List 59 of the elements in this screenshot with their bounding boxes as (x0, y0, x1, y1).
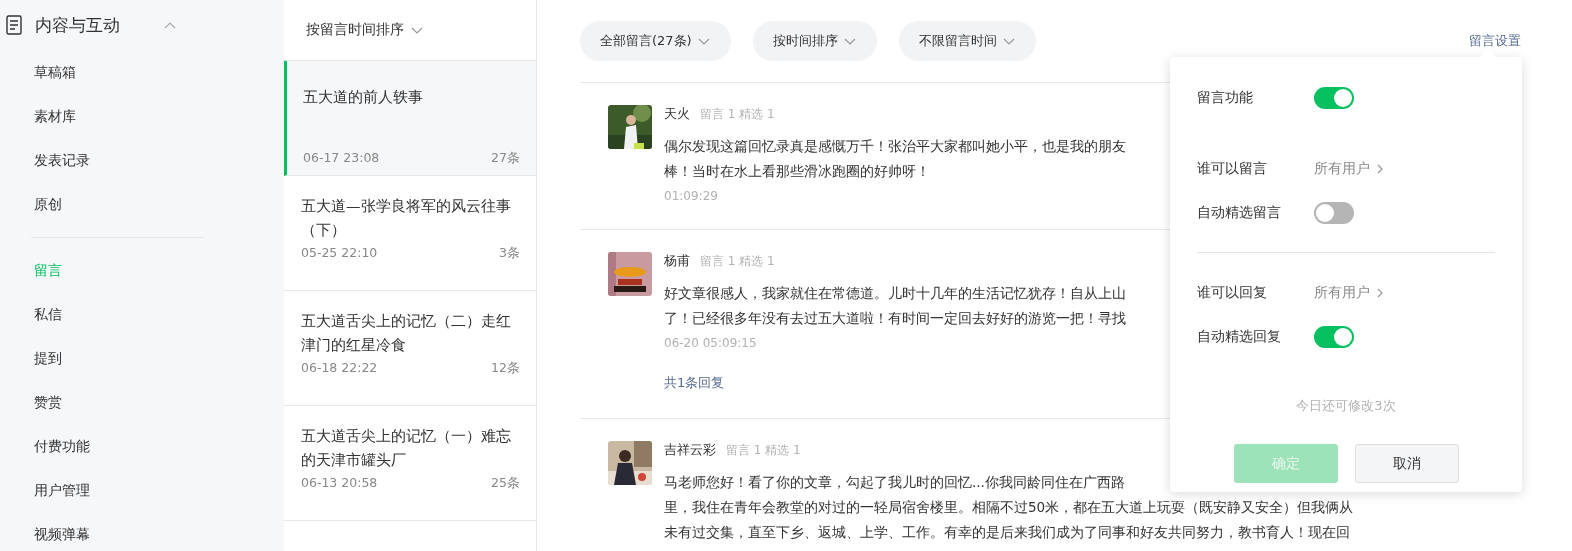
article-date: 05-25 22:10 (301, 245, 378, 262)
article-item[interactable]: 五大道—张学良将军的风云往事（下） 05-25 22:10 3条 (284, 176, 536, 291)
article-title: 五大道的前人轶事 (303, 88, 424, 107)
toggle-switch[interactable] (1314, 202, 1354, 224)
settings-link[interactable]: 留言设置 (1469, 32, 1521, 50)
chevron-right-icon (1375, 287, 1385, 299)
remaining-changes-note: 今日还可修改3次 (1295, 397, 1397, 415)
audience-select[interactable]: 所有用户 (1314, 284, 1385, 302)
comment-count: 3条 (499, 245, 520, 262)
chevron-right-icon (1375, 163, 1385, 175)
article-title: 五大道—张学良将军的风云往事（下） (301, 197, 512, 240)
setting-label: 谁可以留言 (1197, 160, 1268, 178)
article-item[interactable]: 五大道舌尖上的记忆（二）走红津门的红星冷食 06-18 22:22 12条 (284, 291, 536, 406)
comment-count: 12条 (491, 360, 520, 377)
replies-link[interactable]: 共1条回复 (664, 374, 725, 392)
sidebar-item[interactable]: 草稿箱 (0, 50, 284, 94)
setting-label: 留言功能 (1197, 89, 1254, 107)
sidebar-item[interactable]: 素材库 (0, 94, 284, 138)
setting-label: 谁可以回复 (1197, 284, 1268, 302)
setting-label: 自动精选回复 (1197, 328, 1282, 346)
filter-dropdown[interactable]: 不限留言时间 (898, 21, 1036, 61)
sidebar-item[interactable]: 赞赏 (0, 380, 284, 424)
document-icon (6, 15, 22, 35)
commenter-stats: 留言 1 精选 1 (726, 442, 801, 459)
article-date: 06-18 22:22 (301, 360, 378, 377)
commenter-name[interactable]: 天火 (664, 105, 690, 123)
comment-count: 25条 (491, 475, 520, 492)
article-title: 五大道舌尖上的记忆（一）难忘的天津市罐头厂 (301, 427, 512, 470)
commenter-name[interactable]: 杨甫 (664, 252, 690, 270)
sort-dropdown[interactable]: 按留言时间排序 (306, 21, 424, 39)
cancel-button[interactable]: 取消 (1354, 444, 1459, 483)
audience-select[interactable]: 所有用户 (1314, 160, 1385, 178)
section-title: 内容与互动 (35, 13, 121, 37)
article-date: 06-17 23:08 (303, 150, 380, 167)
article-title: 五大道舌尖上的记忆（二）走红津门的红星冷食 (301, 312, 512, 355)
article-item[interactable]: 五大道的前人轶事 06-17 23:08 27条 (284, 61, 536, 176)
sidebar-item[interactable]: 视频弹幕 (0, 512, 284, 551)
sidebar-item[interactable]: 私信 (0, 292, 284, 336)
comment-count: 27条 (491, 150, 520, 167)
section-header[interactable]: 内容与互动 (0, 0, 284, 50)
commenter-stats: 留言 1 精选 1 (700, 253, 775, 270)
sidebar-item[interactable]: 发表记录 (0, 138, 284, 182)
filter-dropdown[interactable]: 全部留言(27条) (580, 21, 731, 61)
article-date: 06-13 20:58 (301, 475, 378, 492)
sidebar-item[interactable]: 付费功能 (0, 424, 284, 468)
comment-time: 01:09:29 (664, 188, 718, 205)
sidebar-item[interactable]: 用户管理 (0, 468, 284, 512)
comment-text: 偶尔发现这篇回忆录真是感慨万千！张治平大家都叫她小平，也是我的朋友 棒！当时在水上看那些滑冰跑圈的好帅呀！ (664, 137, 1126, 181)
article-item[interactable]: 五大道舌尖上的记忆（一）难忘的天津市罐头厂 06-13 20:58 25条 (284, 406, 536, 521)
commenter-stats: 留言 1 精选 1 (700, 106, 775, 123)
sidebar-item[interactable]: 提到 (0, 336, 284, 380)
toggle-switch[interactable] (1314, 326, 1354, 348)
comment-text: 好文章很感人，我家就住在常德道。儿时十几年的生活记忆犹存！自从上山 了！已经很多年没有去过五大道啦！有时间一定回去好好的游览一把！寻找 (664, 284, 1126, 328)
sidebar-item[interactable]: 原创 (0, 182, 284, 226)
filter-dropdown[interactable]: 按时间排序 (752, 21, 877, 61)
toggle-switch[interactable] (1314, 87, 1354, 109)
commenter-name[interactable]: 吉祥云彩 (664, 441, 716, 459)
setting-label: 自动精选留言 (1197, 204, 1282, 222)
comment-time: 06-20 05:09:15 (664, 335, 757, 352)
